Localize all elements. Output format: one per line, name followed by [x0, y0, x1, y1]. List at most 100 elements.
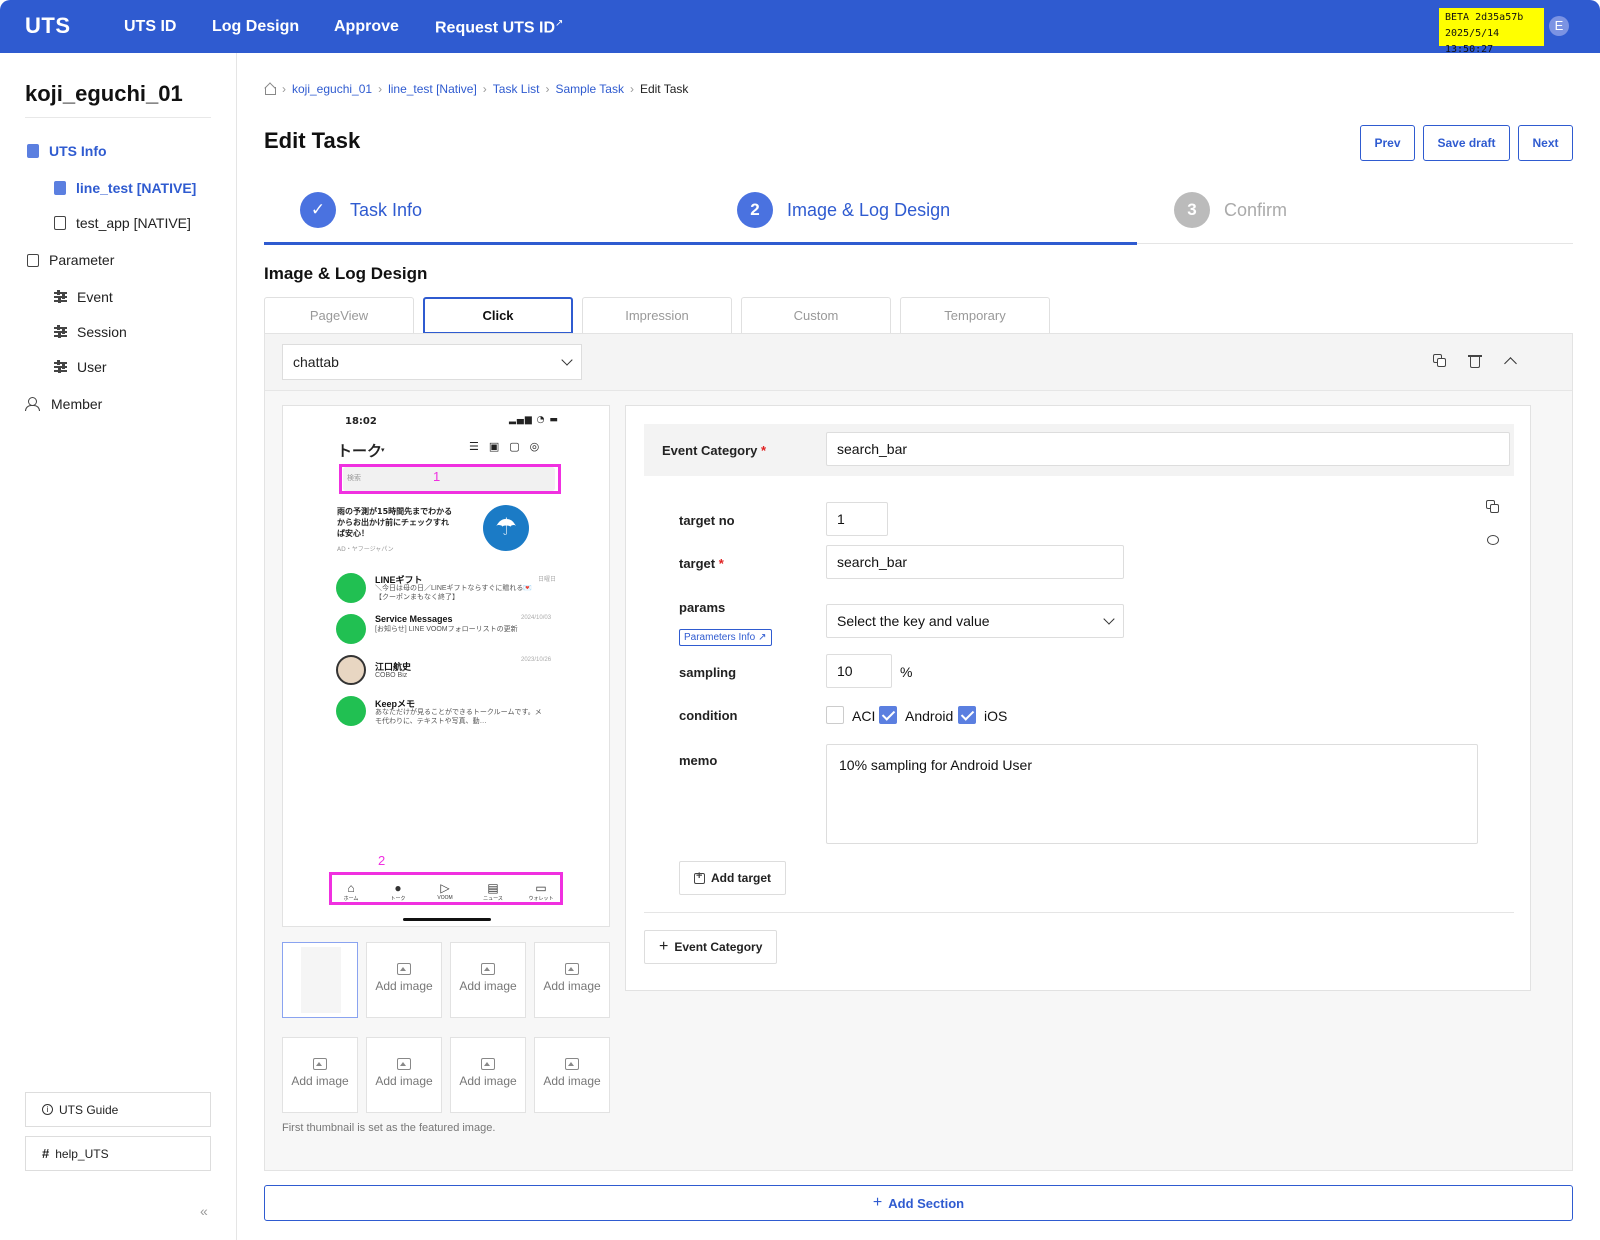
status-icons: ▂▄▆ ◔ ▬ [509, 415, 559, 425]
save-draft-button[interactable]: Save draft [1423, 125, 1510, 161]
wallet-icon: ▭ [535, 881, 547, 895]
sidebar-item-event[interactable]: Event [54, 289, 113, 305]
breadcrumb-item[interactable]: Task List [493, 82, 540, 96]
document-icon [54, 181, 66, 195]
parameters-info-label: Parameters Info [684, 632, 756, 643]
add-event-category-label: Event Category [674, 940, 763, 954]
image-icon [565, 963, 579, 975]
tab-temporary[interactable]: Temporary [900, 297, 1050, 333]
phone-time: 18:02 [345, 416, 377, 427]
sidebar-item-line-test[interactable]: line_test [NATIVE] [54, 180, 196, 196]
breadcrumb-separator-icon: › [482, 82, 487, 96]
form-divider [644, 912, 1514, 913]
tabbar-voom: ▷ VOOM [425, 881, 465, 901]
breadcrumb-item[interactable]: line_test [Native] [388, 82, 477, 96]
prev-button[interactable]: Prev [1360, 125, 1415, 161]
comment-icon [1487, 535, 1499, 545]
add-image-slot[interactable]: Add image [366, 942, 442, 1018]
screen-select[interactable]: chattab [282, 344, 582, 380]
condition-android-label: Android [905, 708, 954, 724]
nav-approve[interactable]: Approve [334, 18, 399, 36]
ad-source: AD・ヤフージャパン [337, 546, 394, 553]
add-image-slot[interactable]: Add image [534, 1037, 610, 1113]
add-section-button[interactable]: + Add Section [264, 1185, 1573, 1221]
add-image-slot[interactable]: Add image [366, 1037, 442, 1113]
condition-aci-checkbox[interactable] [826, 706, 844, 724]
nav-request-uts-id-label: Request UTS ID [435, 19, 556, 37]
sidebar-item-member[interactable]: Member [25, 396, 102, 412]
add-event-category-button[interactable]: + Event Category [644, 930, 778, 964]
chat-preview: [お知らせ] LINE VOOMフォローリストの更新 [375, 626, 518, 633]
sidebar-item-uts-info[interactable]: UTS Info [27, 143, 107, 159]
nav-uts-id[interactable]: UTS ID [124, 18, 176, 36]
tab-pageview[interactable]: PageView [264, 297, 414, 333]
sampling-input[interactable]: 10 [826, 654, 892, 688]
step-task-info[interactable]: ✓ Task Info [300, 192, 422, 228]
comment-button[interactable] [1486, 534, 1500, 548]
tab-impression[interactable]: Impression [582, 297, 732, 333]
add-image-slot[interactable]: Add image [534, 942, 610, 1018]
breadcrumb-item[interactable]: Sample Task [555, 82, 623, 96]
help-uts-button[interactable]: # help_UTS [25, 1136, 211, 1171]
highlight-number-2: 2 [378, 853, 386, 868]
screen-preview[interactable]: 18:02 ▂▄▆ ◔ ▬ トーク ▾ ☰▣▢◎ 検索 1 雨の予測が15時間先… [282, 405, 610, 927]
condition-ios-checkbox[interactable] [958, 706, 976, 724]
step-image-log-design[interactable]: 2 Image & Log Design [737, 192, 950, 228]
target-no-input[interactable]: 1 [826, 502, 888, 536]
breadcrumb-item[interactable]: koji_eguchi_01 [292, 82, 372, 96]
home-icon[interactable] [264, 83, 276, 95]
trash-icon-body [1470, 357, 1480, 368]
add-image-label: Add image [459, 1074, 517, 1088]
parameters-info-link[interactable]: Parameters Info ↗ [679, 629, 772, 646]
gift-icon [336, 573, 366, 603]
add-image-label: Add image [375, 979, 433, 993]
target-label: target * [679, 556, 724, 571]
target-input[interactable]: search_bar [826, 545, 1124, 579]
sidebar-item-session[interactable]: Session [54, 324, 127, 340]
thumbnail-featured[interactable] [282, 942, 358, 1018]
stepper-track [1137, 243, 1573, 244]
nav-log-design[interactable]: Log Design [212, 18, 299, 36]
thumbnail-caption: First thumbnail is set as the featured i… [282, 1122, 496, 1134]
tab-click[interactable]: Click [423, 297, 573, 334]
delete-section-button[interactable] [1468, 354, 1482, 368]
params-select[interactable]: Select the key and value [826, 604, 1124, 638]
add-target-button[interactable]: Add target [679, 861, 786, 895]
add-image-label: Add image [543, 979, 601, 993]
user-avatar[interactable]: E [1549, 16, 1569, 36]
tab-custom[interactable]: Custom [741, 297, 891, 333]
add-image-slot[interactable]: Add image [282, 1037, 358, 1113]
collapse-sidebar-button[interactable]: « [200, 1203, 208, 1219]
nav-request-uts-id[interactable]: Request UTS ID↗ [435, 18, 563, 37]
uts-guide-button[interactable]: i UTS Guide [25, 1092, 211, 1127]
memo-textarea[interactable]: 10% sampling for Android User [826, 744, 1478, 844]
add-image-slot[interactable]: Add image [450, 1037, 526, 1113]
step-confirm[interactable]: 3 Confirm [1174, 192, 1287, 228]
event-category-input[interactable]: search_bar [826, 432, 1510, 466]
thumbnail-preview-image [301, 947, 341, 1013]
main-content: › koji_eguchi_01 › line_test [Native] › … [237, 53, 1600, 1240]
sidebar-item-parameter[interactable]: Parameter [27, 252, 114, 268]
app-logo[interactable]: UTS [25, 13, 71, 39]
breadcrumb-separator-icon: › [378, 82, 383, 96]
image-icon [481, 1058, 495, 1070]
tabbar-label: トーク [390, 896, 406, 902]
step-label: Task Info [350, 199, 423, 220]
tabbar-news: ▤ ニュース [473, 881, 513, 902]
duplicate-target-button[interactable] [1486, 500, 1500, 514]
add-image-slot[interactable]: Add image [450, 942, 526, 1018]
help-uts-label: help_UTS [55, 1146, 109, 1161]
add-image-label: Add image [375, 1074, 433, 1088]
collapse-section-button[interactable] [1503, 354, 1517, 370]
params-select-placeholder: Select the key and value [837, 613, 990, 629]
image-icon [313, 1058, 327, 1070]
chevron-down-icon [561, 354, 573, 366]
sampling-unit: % [900, 664, 913, 680]
sidebar-item-user[interactable]: User [54, 359, 107, 375]
highlight-box-1[interactable] [339, 464, 561, 494]
tabbar-wallet: ▭ ウォレット [521, 881, 561, 902]
next-button[interactable]: Next [1518, 125, 1573, 161]
condition-android-checkbox[interactable] [879, 706, 897, 724]
duplicate-section-button[interactable] [1433, 354, 1447, 368]
sidebar-item-test-app[interactable]: test_app [NATIVE] [54, 215, 191, 231]
